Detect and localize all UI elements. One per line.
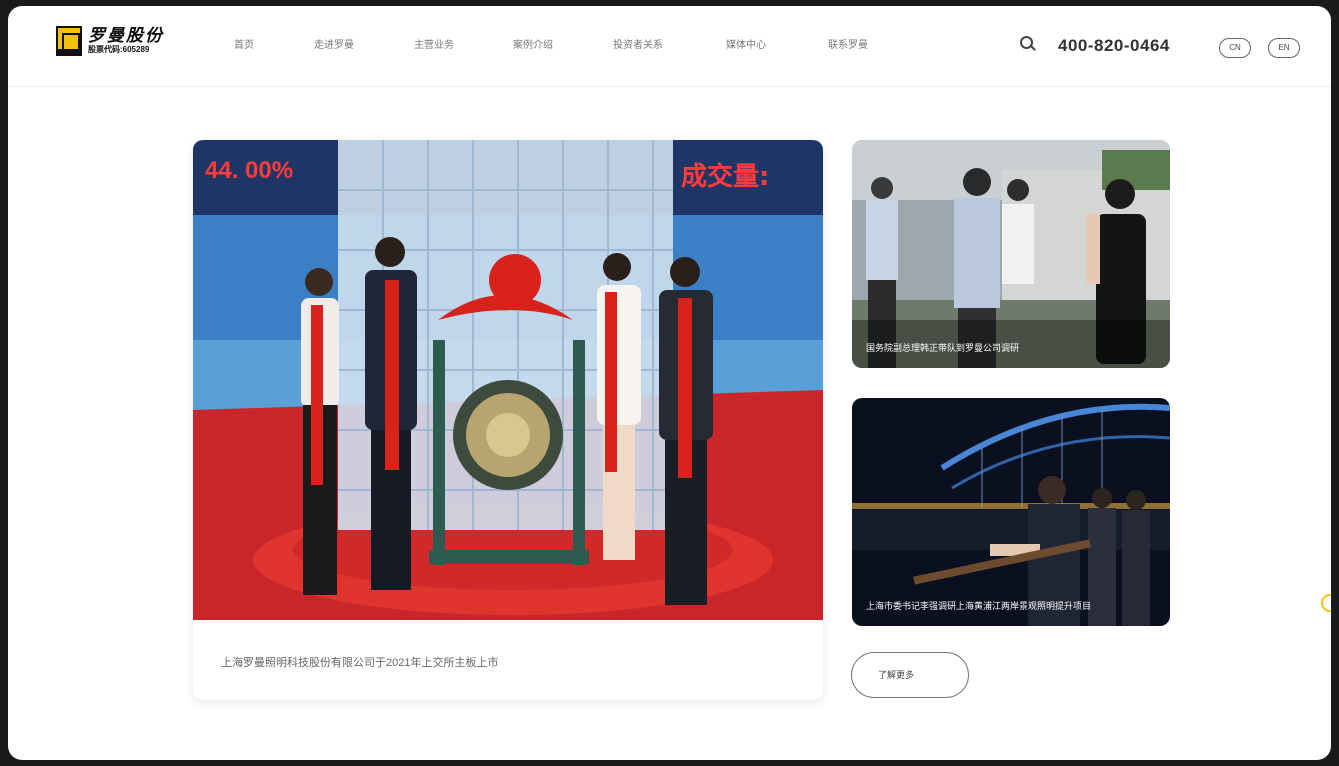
nav-item-cases[interactable]: 案例介绍 bbox=[513, 36, 553, 51]
side-news-caption-1: 国务院副总理韩正带队到罗曼公司调研 bbox=[866, 343, 1020, 353]
nav-item-investors[interactable]: 投资者关系 bbox=[613, 36, 663, 51]
featured-photo: 44. 00% 成交量: bbox=[193, 140, 823, 620]
logo-mark-icon bbox=[56, 26, 82, 56]
search-icon[interactable] bbox=[1020, 36, 1033, 49]
lang-cn-button[interactable]: CN bbox=[1219, 38, 1251, 58]
phone-number: 400-820-0464 bbox=[1058, 36, 1170, 55]
featured-overlay-left: 44. 00% bbox=[205, 157, 293, 184]
side-news-card-1[interactable]: 国务院副总理韩正带队到罗曼公司调研 bbox=[852, 140, 1170, 368]
side-news-photo-2 bbox=[852, 398, 1170, 626]
site-header: 罗曼股份 股票代码:605289 首页 走进罗曼 主营业务 案例介绍 投资者关系… bbox=[8, 6, 1331, 87]
brand-logo[interactable]: 罗曼股份 股票代码:605289 bbox=[56, 26, 164, 56]
brand-name: 罗曼股份 bbox=[88, 26, 164, 46]
featured-overlay-right: 成交量: bbox=[681, 161, 769, 192]
featured-illustration: 44. 00% 成交量: bbox=[193, 140, 823, 620]
side-news-card-2[interactable]: 上海市委书记李强调研上海黄浦江两岸景观照明提升项目 bbox=[852, 398, 1170, 626]
nav-item-business[interactable]: 主营业务 bbox=[414, 36, 454, 51]
side-news-caption-2: 上海市委书记李强调研上海黄浦江两岸景观照明提升项目 bbox=[866, 601, 1092, 611]
featured-news-card[interactable]: 44. 00% 成交量: 上海罗曼照明科技股份有限公司于2021年上交所主板上市 bbox=[193, 140, 823, 700]
nav-item-home[interactable]: 首页 bbox=[234, 36, 254, 51]
learn-more-button[interactable]: 了解更多 bbox=[851, 652, 969, 698]
side-news-photo-1 bbox=[852, 140, 1170, 368]
featured-caption[interactable]: 上海罗曼照明科技股份有限公司于2021年上交所主板上市 bbox=[221, 654, 498, 670]
nav-item-contact[interactable]: 联系罗曼 bbox=[828, 36, 868, 51]
stock-code: 股票代码:605289 bbox=[88, 45, 150, 54]
side-float-tab-icon[interactable] bbox=[1321, 594, 1331, 612]
nav-item-about[interactable]: 走进罗曼 bbox=[314, 36, 354, 51]
nav-item-media[interactable]: 媒体中心 bbox=[726, 36, 766, 51]
lang-en-button[interactable]: EN bbox=[1268, 38, 1300, 58]
page-frame: 罗曼股份 股票代码:605289 首页 走进罗曼 主营业务 案例介绍 投资者关系… bbox=[8, 6, 1331, 760]
